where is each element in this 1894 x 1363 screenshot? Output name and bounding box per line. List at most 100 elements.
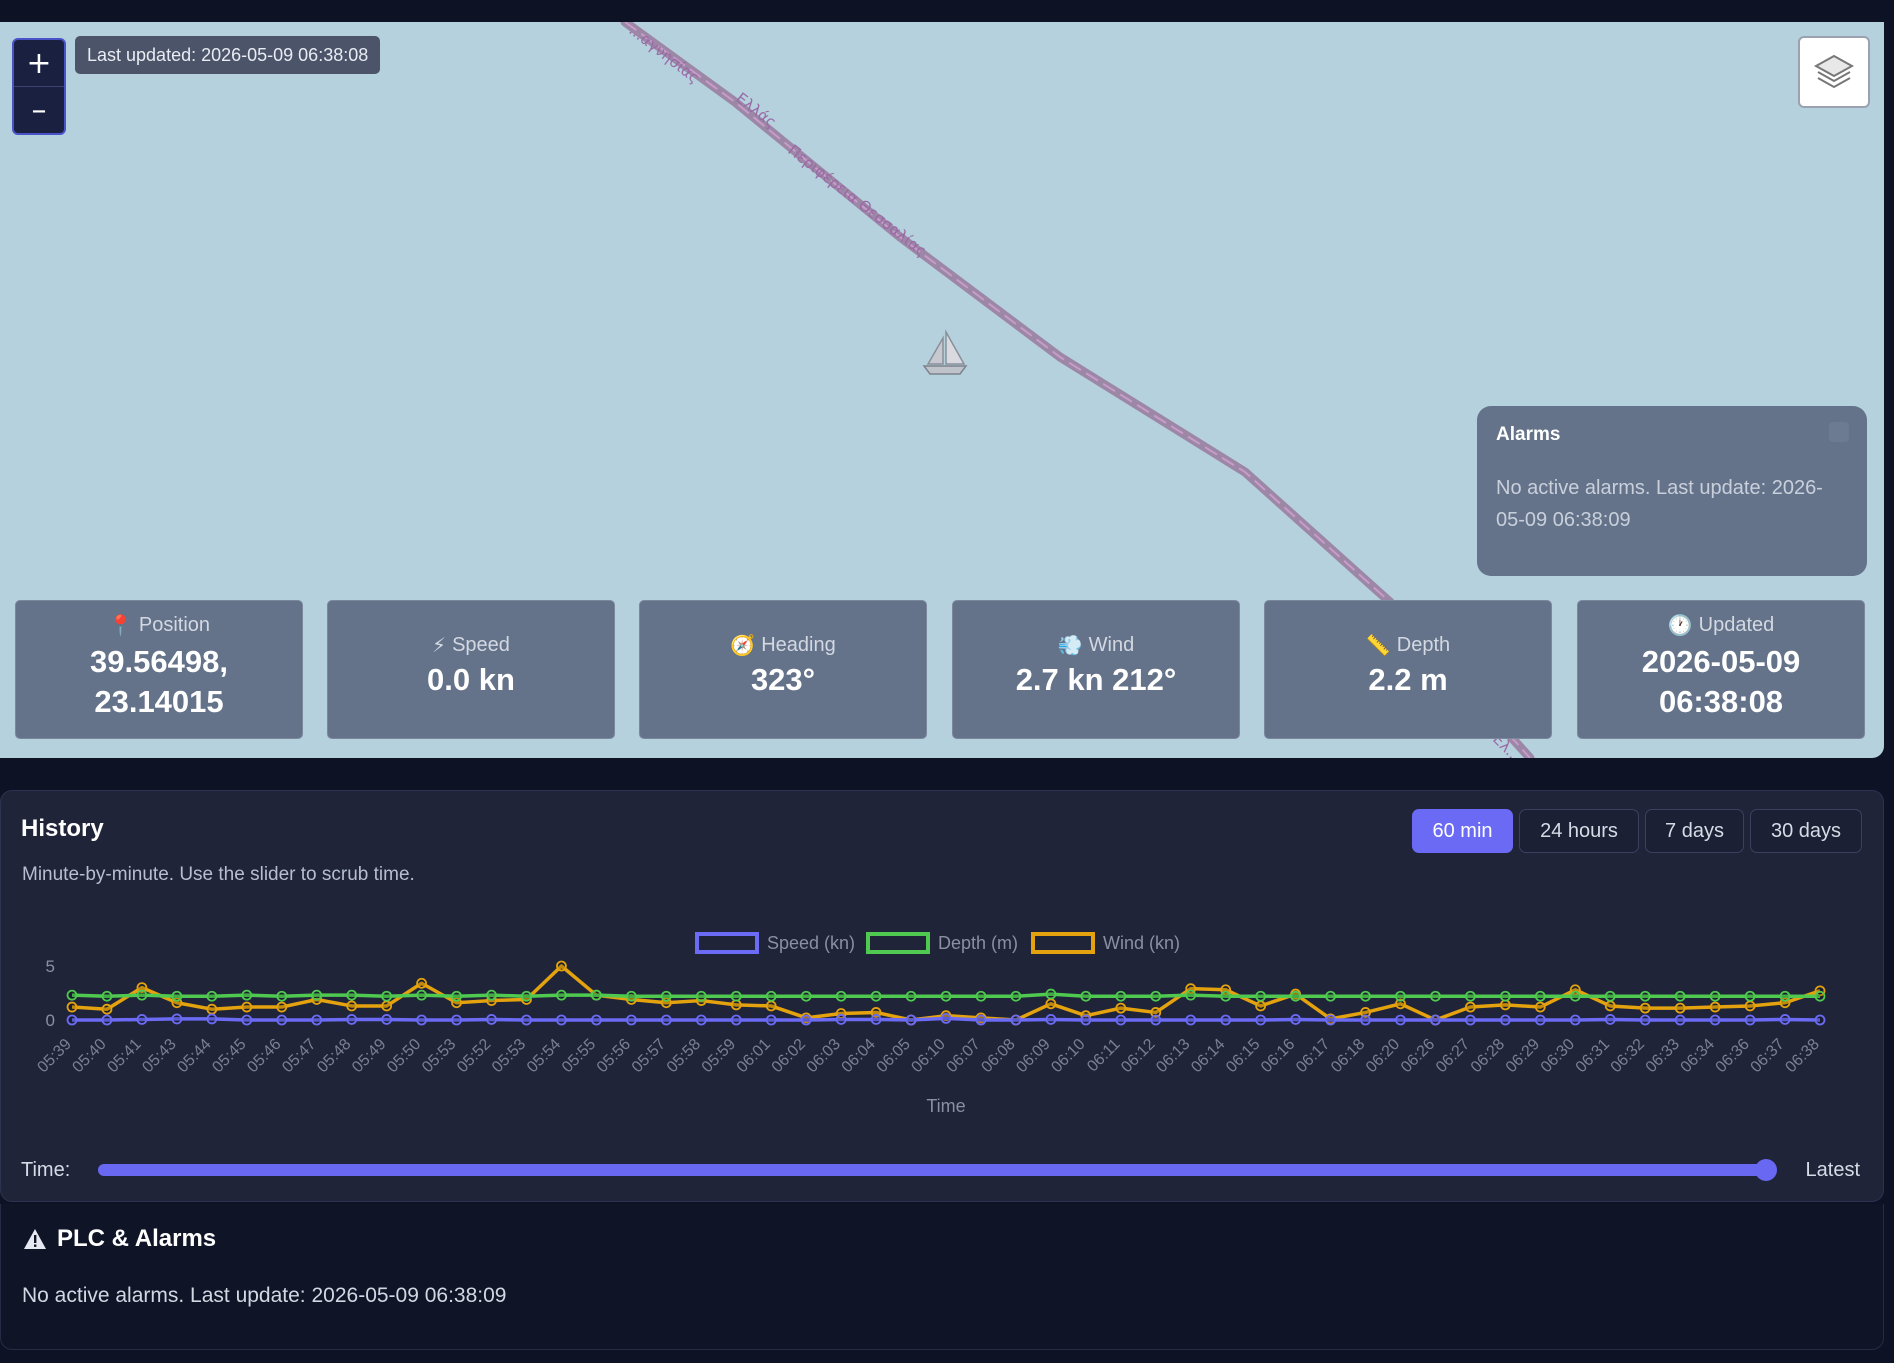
range-30-days-button[interactable]: 30 days xyxy=(1750,809,1862,853)
data-point xyxy=(556,1014,567,1026)
data-point xyxy=(1465,990,1476,1002)
x-tick-label: 05:45 xyxy=(209,1036,249,1076)
history-subtitle: Minute-by-minute. Use the slider to scru… xyxy=(22,864,415,885)
x-tick-label: 06:38 xyxy=(1782,1036,1822,1076)
plc-message: No active alarms. Last update: 2026-05-0… xyxy=(22,1284,507,1307)
wind-value: 2.7 kn 212° xyxy=(1015,662,1177,697)
data-point xyxy=(241,1014,253,1026)
data-point xyxy=(276,1014,288,1026)
data-point xyxy=(1220,1014,1232,1026)
data-point xyxy=(591,1014,602,1026)
history-title: History xyxy=(21,815,104,842)
data-point xyxy=(101,1003,113,1015)
x-tick-label: 06:27 xyxy=(1433,1036,1473,1076)
data-point xyxy=(660,990,672,1002)
x-tick-label: 06:36 xyxy=(1713,1036,1753,1076)
x-tick-label: 06:18 xyxy=(1328,1036,1368,1076)
x-tick-label: 06:28 xyxy=(1468,1036,1508,1076)
time-slider-latest-label: Latest xyxy=(1805,1159,1860,1181)
data-point xyxy=(1185,1014,1197,1026)
x-tick-label: 06:05 xyxy=(874,1036,914,1076)
wind-label: Wind xyxy=(1088,634,1135,656)
x-tick-label: 06:14 xyxy=(1188,1036,1228,1076)
data-point xyxy=(1604,990,1616,1002)
position-label: Position xyxy=(138,614,211,636)
x-tick-label: 05:54 xyxy=(524,1036,564,1076)
range-60-min-button[interactable]: 60 min xyxy=(1412,809,1513,853)
road-label-1: ...αγνησίας xyxy=(626,22,703,87)
data-point xyxy=(556,960,567,972)
x-tick-label: 06:17 xyxy=(1293,1036,1333,1076)
data-point xyxy=(695,1014,707,1026)
data-point xyxy=(1534,1014,1546,1026)
x-tick-label: 06:10 xyxy=(908,1036,948,1076)
data-point xyxy=(241,1001,253,1013)
x-tick-label: 06:30 xyxy=(1538,1036,1578,1076)
data-point xyxy=(1255,1014,1267,1026)
y-tick-label: 5 xyxy=(46,957,55,976)
data-point xyxy=(765,1014,777,1026)
data-point xyxy=(311,989,323,1001)
road-label-3: Περιφέρεια Θεσσαλίας xyxy=(785,141,931,260)
time-slider-track[interactable] xyxy=(98,1164,1774,1176)
legend-label: Wind (kn) xyxy=(1103,933,1180,953)
history-chart: 0 5 Speed (kn) Depth (m) Wind (kn) 05:3905:40… xyxy=(34,932,1826,1116)
data-point xyxy=(940,990,952,1002)
data-point xyxy=(1779,1014,1791,1025)
data-point xyxy=(1395,990,1406,1002)
data-point xyxy=(1465,1014,1476,1026)
data-point xyxy=(486,989,497,1001)
speed-value: 0.0 kn xyxy=(427,662,515,697)
data-point xyxy=(1639,1002,1651,1014)
x-tick-label: 06:15 xyxy=(1223,1036,1263,1076)
y-tick-label: 0 xyxy=(46,1011,55,1030)
data-point xyxy=(1150,990,1162,1002)
data-point xyxy=(800,1014,812,1026)
zoom-in-button[interactable]: + xyxy=(14,40,64,87)
data-point xyxy=(1185,989,1197,1001)
zoom-out-button[interactable]: – xyxy=(14,87,64,133)
data-point xyxy=(1255,990,1267,1002)
close-icon[interactable] xyxy=(1829,422,1849,442)
legend-label: Speed (kn) xyxy=(767,933,855,953)
data-point xyxy=(1639,990,1651,1002)
position-card: 📍 Position 39.56498, 23.14015 xyxy=(15,600,303,739)
speed-label: Speed xyxy=(452,634,510,656)
x-tick-label: 06:31 xyxy=(1573,1036,1613,1076)
data-point xyxy=(800,990,812,1002)
x-tick-label: 05:52 xyxy=(454,1036,494,1076)
range-7-days-button[interactable]: 7 days xyxy=(1645,809,1744,853)
data-point xyxy=(591,989,602,1001)
range-24-hours-button[interactable]: 24 hours xyxy=(1519,809,1639,853)
data-point xyxy=(1569,1014,1581,1026)
data-point xyxy=(835,1014,847,1025)
data-point xyxy=(1639,1014,1651,1026)
x-tick-label: 06:20 xyxy=(1363,1036,1403,1076)
data-point xyxy=(101,990,113,1002)
updated-date: 2026-05-09 xyxy=(1641,644,1801,679)
layers-button[interactable] xyxy=(1798,36,1870,108)
last-updated-badge: Last updated: 2026-05-09 06:38:08 xyxy=(75,36,381,74)
x-tick-label: 05:57 xyxy=(629,1036,669,1076)
data-point xyxy=(835,990,847,1002)
x-tick-label: 05:43 xyxy=(139,1036,179,1076)
data-point xyxy=(276,990,288,1002)
data-point xyxy=(1814,990,1826,1002)
time-slider-thumb[interactable] xyxy=(1755,1159,1777,1181)
lightning-icon: ⚡ xyxy=(432,635,447,657)
boat-marker-icon[interactable] xyxy=(920,328,970,383)
data-point xyxy=(1080,1014,1092,1026)
updated-card: 🕐 Updated 2026-05-09 06:38:08 xyxy=(1577,600,1865,739)
data-point xyxy=(451,1014,462,1026)
x-tick-label: 05:46 xyxy=(244,1036,284,1076)
heading-label: Heading xyxy=(761,634,836,656)
data-point xyxy=(1010,1014,1022,1026)
x-tick-label: 06:37 xyxy=(1748,1036,1788,1076)
data-point xyxy=(1534,990,1546,1002)
position-lat: 39.56498, xyxy=(90,644,228,679)
time-slider-row: Time: Latest xyxy=(0,1150,1884,1192)
x-tick-label: 05:55 xyxy=(559,1036,599,1076)
data-point xyxy=(276,1001,288,1013)
clock-icon: 🕐 xyxy=(1667,615,1693,637)
data-point xyxy=(870,1014,882,1025)
